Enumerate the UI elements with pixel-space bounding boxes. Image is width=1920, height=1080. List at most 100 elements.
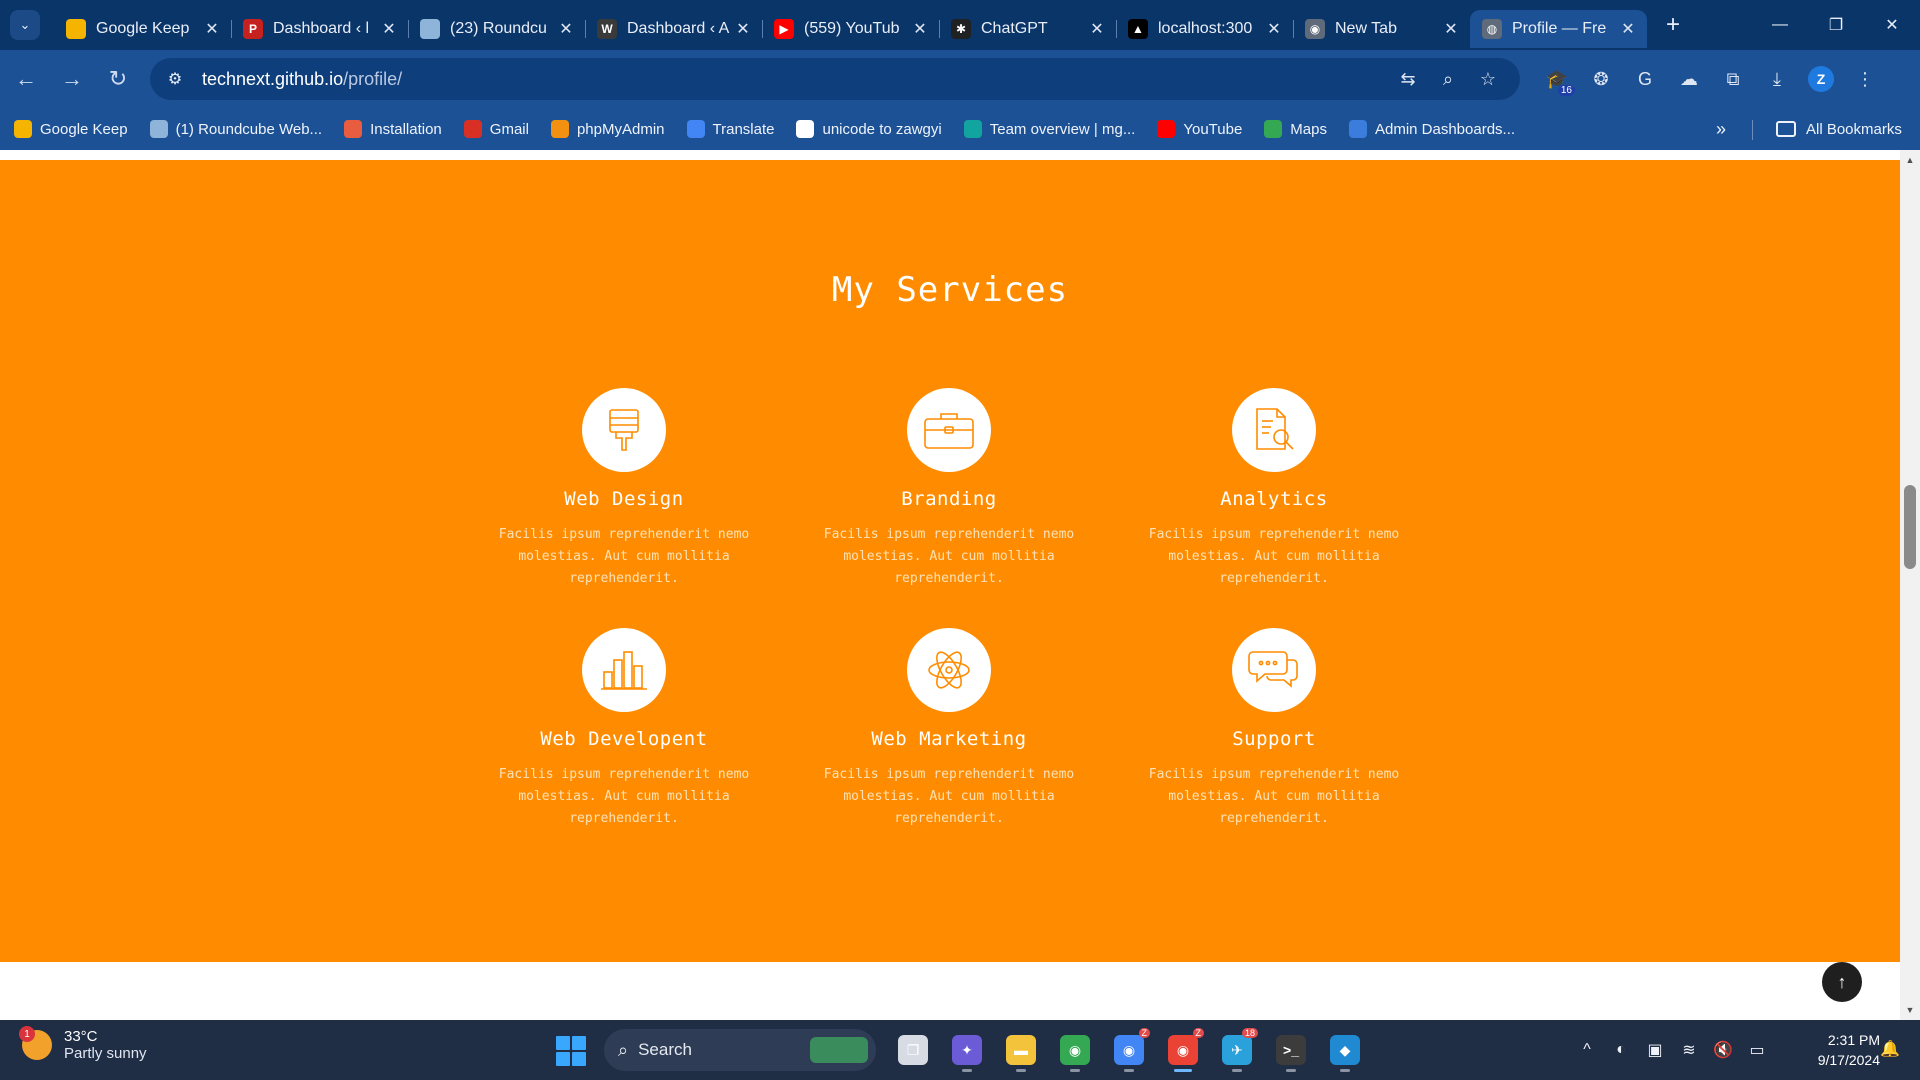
bar-chart-icon: [601, 651, 647, 690]
service-description: Facilis ipsum reprehenderit nemo molesti…: [809, 524, 1089, 590]
taskbar-app[interactable]: ▬: [994, 1028, 1048, 1072]
extension-button[interactable]: ☁: [1667, 58, 1711, 100]
running-indicator: [962, 1069, 972, 1072]
close-tab-icon[interactable]: ✕: [1619, 19, 1637, 39]
close-window-button[interactable]: ✕: [1864, 0, 1920, 50]
bookmark-label: Maps: [1290, 120, 1327, 138]
address-bar[interactable]: ⚙ technext.github.io/profile/ ⇆ ⌕ ☆: [150, 58, 1520, 100]
bookmark-item[interactable]: Gmail: [463, 120, 529, 138]
minimize-button[interactable]: —: [1752, 0, 1808, 50]
chevron-up-icon[interactable]: ^: [1570, 1041, 1604, 1059]
omnibox-actions: ⇆ ⌕ ☆: [1388, 58, 1508, 100]
page-scrollbar[interactable]: ▲ ▼: [1900, 150, 1920, 1020]
close-tab-icon[interactable]: ✕: [1265, 19, 1283, 39]
browser-tab[interactable]: ✱ ChatGPT ✕: [939, 10, 1117, 48]
running-indicator: [1016, 1069, 1026, 1072]
browser-tab[interactable]: Google Keep ✕: [54, 10, 232, 48]
close-tab-icon[interactable]: ✕: [734, 19, 752, 39]
taskbar-app[interactable]: ✈ 18: [1210, 1028, 1264, 1072]
close-tab-icon[interactable]: ✕: [1088, 19, 1106, 39]
description-line: reprehenderit.: [894, 811, 1004, 826]
bookmark-item[interactable]: Installation: [344, 120, 442, 138]
battery-icon[interactable]: ▭: [1740, 1040, 1774, 1060]
taskbar-app[interactable]: ◉ Z: [1156, 1028, 1210, 1072]
taskbar-app[interactable]: ◉: [1048, 1028, 1102, 1072]
profile-button[interactable]: Z: [1799, 58, 1843, 100]
chrome-menu-button[interactable]: ⋮: [1843, 58, 1887, 100]
browser-toolbar: ← → ↻ ⚙ technext.github.io/profile/ ⇆ ⌕ …: [0, 50, 1920, 108]
extension-button[interactable]: 🎓 16: [1535, 58, 1579, 100]
bookmark-item[interactable]: Admin Dashboards...: [1348, 120, 1515, 138]
taskbar-app[interactable]: ◉ Z: [1102, 1028, 1156, 1072]
extensions-menu-button[interactable]: ⧉: [1711, 58, 1755, 100]
new-tab-button[interactable]: +: [1657, 9, 1689, 41]
phpmyadmin-icon: [550, 120, 569, 138]
browser-tab[interactable]: ◉ New Tab ✕: [1293, 10, 1471, 48]
browser-tab[interactable]: ▲ localhost:300 ✕: [1116, 10, 1294, 48]
volume-muted-icon[interactable]: 🔇: [1706, 1040, 1740, 1060]
description-line: reprehenderit.: [894, 571, 1004, 586]
bookmark-item[interactable]: YouTube: [1157, 120, 1242, 138]
close-tab-icon[interactable]: ✕: [1442, 19, 1460, 39]
restore-button[interactable]: ❐: [1808, 0, 1864, 50]
bookmark-item[interactable]: unicode to zawgyi: [796, 120, 942, 138]
browser-tab[interactable]: ▶ (559) YouTub ✕: [762, 10, 940, 48]
notification-bell-icon[interactable]: 🔔: [1880, 1039, 1900, 1059]
url-text[interactable]: technext.github.io/profile/: [202, 69, 402, 90]
browser-tab[interactable]: W Dashboard ‹ A ✕: [585, 10, 763, 48]
arrow-up-icon: ↑: [1837, 971, 1847, 992]
close-tab-icon[interactable]: ✕: [911, 19, 929, 39]
bookmark-item[interactable]: phpMyAdmin: [550, 120, 665, 138]
start-button[interactable]: [556, 1036, 586, 1066]
zoom-icon[interactable]: ⌕: [1428, 69, 1468, 90]
all-bookmarks-button[interactable]: All Bookmarks: [1776, 108, 1902, 150]
wifi-icon[interactable]: ≋: [1672, 1040, 1706, 1060]
taskbar-search[interactable]: ⌕ Search: [604, 1029, 876, 1071]
page-viewport: My Services Web Design Facilis ipsum rep…: [0, 150, 1900, 1020]
app-tray-icon[interactable]: ▣: [1638, 1040, 1672, 1060]
taskbar-app[interactable]: >_: [1264, 1028, 1318, 1072]
forward-button[interactable]: →: [52, 59, 92, 99]
extension-button[interactable]: G: [1623, 58, 1667, 100]
reload-button[interactable]: ↻: [98, 59, 138, 99]
bookmark-item[interactable]: Google Keep: [14, 120, 128, 138]
bookmark-item[interactable]: Maps: [1264, 120, 1327, 138]
back-button[interactable]: ←: [6, 59, 46, 99]
night-light-icon[interactable]: ◐: [1604, 1041, 1638, 1059]
browser-tab[interactable]: (23) Roundcu ✕: [408, 10, 586, 48]
back-to-top-button[interactable]: ↑: [1822, 962, 1862, 1002]
tab-title: Profile — Fre: [1512, 20, 1607, 37]
service-card: Web Marketing Facilis ipsum reprehenderi…: [809, 628, 1089, 830]
weather-widget[interactable]: 1 33°C Partly sunny: [19, 1026, 147, 1062]
bookmark-item[interactable]: (1) Roundcube Web...: [149, 120, 322, 138]
close-tab-icon[interactable]: ✕: [557, 19, 575, 39]
scroll-up-arrow[interactable]: ▲: [1900, 152, 1920, 168]
bookmark-item[interactable]: Translate: [686, 120, 774, 138]
bookmarks-overflow-button[interactable]: »: [1716, 108, 1726, 150]
tab-search-button[interactable]: ⌄: [10, 10, 40, 40]
extension-button[interactable]: ❂: [1579, 58, 1623, 100]
description-line: Facilis ipsum reprehenderit nemo: [498, 767, 750, 782]
browser-tab[interactable]: P Dashboard ‹ l ✕: [231, 10, 409, 48]
close-tab-icon[interactable]: ✕: [380, 19, 398, 39]
bookmark-item[interactable]: Team overview | mg...: [963, 120, 1135, 138]
running-indicator: [1286, 1069, 1296, 1072]
system-tray: ^ ◐ ▣ ≋ 🔇 ▭: [1570, 1020, 1774, 1080]
taskbar-clock[interactable]: 2:31 PM 9/17/2024: [1790, 1030, 1880, 1070]
taskbar-app[interactable]: ❐: [886, 1028, 940, 1072]
downloads-button[interactable]: ⤓: [1755, 58, 1799, 100]
description-line: molestias. Aut cum mollitia: [843, 549, 1055, 564]
scrollbar-thumb[interactable]: [1904, 485, 1916, 569]
app-badge: Z: [1192, 1028, 1204, 1038]
taskbar-app[interactable]: ✦: [940, 1028, 994, 1072]
taskbar-app[interactable]: ◆: [1318, 1028, 1372, 1072]
youtube-icon: ▶: [774, 19, 794, 39]
star-icon[interactable]: ☆: [1468, 69, 1508, 90]
translate-icon[interactable]: ⇆: [1388, 69, 1428, 90]
browser-tab[interactable]: ◍ Profile — Fre ✕: [1470, 10, 1647, 48]
scroll-down-arrow[interactable]: ▼: [1900, 1002, 1920, 1018]
tab-title: (23) Roundcu: [450, 20, 547, 37]
close-tab-icon[interactable]: ✕: [203, 19, 221, 39]
site-info-button[interactable]: ⚙: [160, 64, 190, 94]
chat-bubbles-icon: [1248, 651, 1298, 688]
